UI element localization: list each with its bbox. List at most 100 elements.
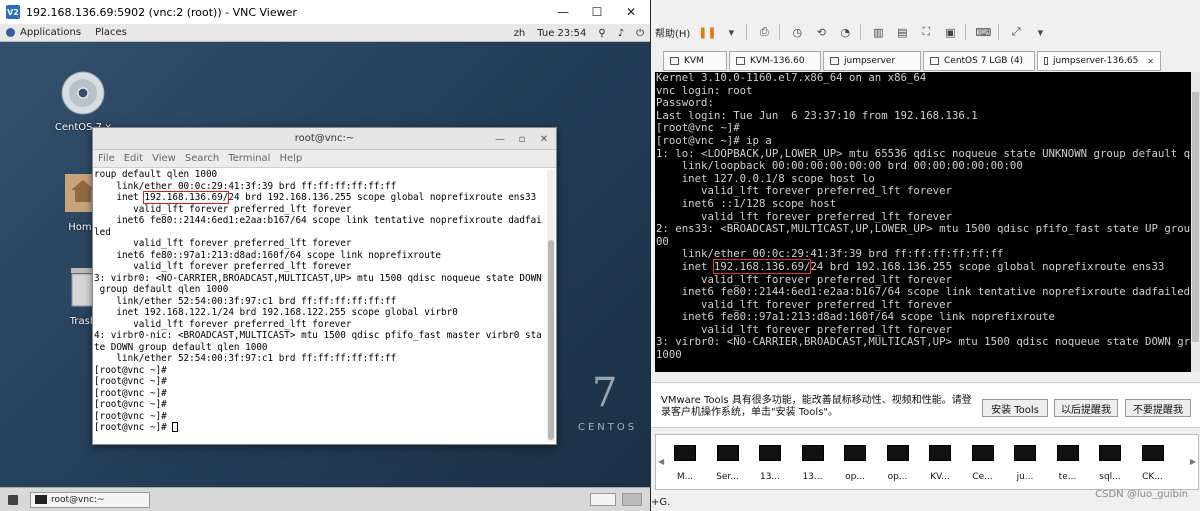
console-line-text: valid_lft forever preferred_lft forever	[656, 297, 952, 311]
library-icon[interactable]: ▥	[871, 25, 885, 39]
terminal-line: inet6 fe80::97a1:213:d8ad:160f/64 scope …	[94, 250, 548, 262]
pause-icon[interactable]: ❚❚	[698, 25, 716, 39]
vm-thumbnail[interactable]: ju...	[1012, 445, 1038, 482]
help-menu[interactable]: 帮助(H)	[655, 25, 690, 40]
vm-thumbnail[interactable]: 13...	[800, 445, 826, 482]
terminal-line-text: valid_lft forever preferred_lft forever	[94, 261, 352, 272]
network-icon[interactable]: ⚲	[598, 28, 605, 39]
snapshot-manager-icon[interactable]: ◔	[838, 25, 852, 39]
toolbar-separator	[779, 24, 781, 40]
vm-thumbnail[interactable]: KV...	[927, 445, 953, 482]
terminal-line: inet 192.168.136.69/24 brd 192.168.136.2…	[94, 191, 548, 204]
centos-brand-text: CENTOS	[578, 422, 638, 433]
vm-thumbnail[interactable]: CK...	[1140, 445, 1166, 482]
menu-file[interactable]: File	[98, 153, 115, 164]
vm-thumbnail-screen	[844, 445, 866, 461]
vm-thumbnail-screen	[801, 445, 824, 461]
desktop-icon-centos-disc[interactable]: CentOS 7 x	[48, 70, 118, 133]
vm-thumbnail-screen	[1056, 445, 1079, 461]
vm-tab-kvm-136-60[interactable]: KVM-136.60	[729, 51, 821, 71]
vm-thumbnail-screen	[1014, 445, 1036, 461]
dont-remind-button[interactable]: 不要提醒我	[1125, 399, 1191, 417]
terminal-line-text: valid_lft forever preferred_lft forever	[94, 203, 352, 215]
vm-thumbnail-label: M...	[676, 472, 694, 482]
power-icon[interactable]: ⏻	[636, 28, 644, 39]
clock[interactable]: Tue 23:54	[537, 28, 586, 39]
ip-address-highlight: 192.168.136.69/	[712, 258, 812, 274]
remind-later-button[interactable]: 以后提醒我	[1054, 399, 1118, 417]
vm-thumbnail[interactable]: Ser...	[715, 445, 741, 482]
workspace-2[interactable]	[622, 493, 642, 506]
console-view-icon[interactable]: ⌨	[975, 25, 991, 39]
terminal-line: 4: virbr0-nic: <BROADCAST,MULTICAST> mtu…	[94, 330, 548, 342]
vm-tab-jumpserver[interactable]: jumpserver	[823, 51, 921, 71]
applications-menu[interactable]: Applications	[6, 27, 81, 38]
vnc-minimize-button[interactable]: —	[546, 0, 580, 24]
taskbar-terminal-item[interactable]: root@vnc:~	[30, 491, 150, 508]
input-method-indicator[interactable]: zh	[514, 28, 526, 39]
terminal-line-text: 24 brd 192.168.136.255 scope global nopr…	[228, 192, 537, 203]
terminal-title-bar[interactable]: root@vnc:~ — ▫ ✕	[93, 128, 556, 150]
menu-view[interactable]: View	[152, 153, 176, 164]
menu-search[interactable]: Search	[185, 153, 219, 164]
terminal-close-button[interactable]: ✕	[536, 131, 552, 147]
terminal-line-text: valid_lft forever preferred_lft forever	[94, 318, 352, 330]
send-ctrl-alt-del-icon[interactable]: ⎙	[757, 25, 771, 39]
menu-help[interactable]: Help	[279, 153, 302, 164]
dropdown-icon[interactable]: ▾	[724, 25, 738, 39]
revert-snapshot-icon[interactable]: ⟲	[814, 25, 828, 39]
close-tab-icon[interactable]: ✕	[1147, 57, 1154, 66]
console-line: 2: ens33: <BROADCAST,MULTICAST,UP,LOWER_…	[656, 222, 1191, 236]
scroll-thumb[interactable]	[1192, 92, 1199, 342]
vnc-maximize-button[interactable]: ☐	[580, 0, 614, 24]
console-line-text: valid_lft forever preferred_lft forever	[656, 184, 952, 198]
vm-thumbnail[interactable]: op...	[842, 445, 868, 482]
vm-tab-centos-7-lgb[interactable]: CentOS 7 LGB (4)	[923, 51, 1035, 71]
vm-tab-jumpserver-136-65[interactable]: jumpserver-136.65 ✕	[1037, 51, 1161, 71]
stretch-icon[interactable]: ⤢	[1009, 25, 1023, 39]
vm-thumbnail-screen	[1099, 445, 1121, 461]
fullscreen-icon[interactable]: ⛶	[919, 25, 933, 39]
vm-tab-kvm[interactable]: KVM	[663, 51, 727, 71]
vm-console[interactable]: Kernel 3.10.0-1160.el7.x86_64 on an x86_…	[655, 72, 1191, 372]
centos-brand-number: 7	[592, 370, 618, 416]
vm-thumbnail[interactable]: 13...	[757, 445, 783, 482]
menu-terminal[interactable]: Terminal	[228, 153, 270, 164]
vm-thumbnail[interactable]: sql...	[1097, 445, 1123, 482]
vm-thumbnail-label: ju...	[1016, 472, 1034, 482]
install-tools-button[interactable]: 安装 Tools	[982, 399, 1048, 417]
console-line-text: link/ether 00:0c:29:41:3f:39 brd ff:ff:f…	[656, 247, 1004, 261]
vm-thumbnail[interactable]: op...	[885, 445, 911, 482]
terminal-line-text: 3: virbr0: <NO-CARRIER,BROADCAST,MULTICA…	[94, 272, 542, 284]
places-menu[interactable]: Places	[95, 27, 127, 38]
vnc-close-button[interactable]: ✕	[614, 0, 648, 24]
workspace-1[interactable]	[590, 493, 616, 506]
vm-thumbnail[interactable]: Ce...	[970, 445, 996, 482]
console-scrollbar[interactable]	[1191, 72, 1200, 372]
stretch-dropdown-icon[interactable]: ▾	[1033, 25, 1047, 39]
terminal-minimize-button[interactable]: —	[492, 131, 508, 147]
unity-icon[interactable]: ▣	[943, 25, 957, 39]
console-line-text: valid_lft forever preferred_lft forever	[656, 209, 952, 223]
terminal-maximize-button[interactable]: ▫	[514, 131, 530, 147]
console-line-text: 24 brd 192.168.136.255 scope global nopr…	[810, 259, 1165, 273]
terminal-line-text: [root@vnc ~]#	[94, 387, 167, 399]
vm-thumbnail[interactable]: te...	[1055, 445, 1081, 482]
terminal-line-text: valid_lft forever preferred_lft forever	[94, 238, 352, 249]
vm-thumbnail-label: sql...	[1099, 472, 1121, 482]
terminal-output[interactable]: roup default qlen 1000 link/ether 00:0c:…	[93, 169, 548, 445]
vm-thumbnail[interactable]: M...	[672, 445, 698, 482]
scroll-left-icon[interactable]: ◀	[658, 457, 664, 466]
thumbnail-bar-icon[interactable]: ▤	[895, 25, 909, 39]
menu-edit[interactable]: Edit	[124, 153, 143, 164]
snapshot-icon[interactable]: ◷	[790, 25, 804, 39]
scroll-right-icon[interactable]: ▶	[1190, 457, 1196, 466]
console-line-text: vnc login: root	[656, 83, 753, 97]
volume-icon[interactable]: ♪	[618, 28, 624, 39]
terminal-scrollbar[interactable]	[547, 170, 555, 442]
show-desktop-icon[interactable]	[8, 494, 18, 505]
screen: V2 192.168.136.69:5902 (vnc:2 (root)) - …	[0, 0, 1200, 511]
scroll-thumb[interactable]	[548, 240, 554, 440]
terminal-line: link/ether 52:54:00:3f:97:c1 brd ff:ff:f…	[94, 353, 548, 365]
vnc-title-bar[interactable]: V2 192.168.136.69:5902 (vnc:2 (root)) - …	[0, 0, 650, 24]
